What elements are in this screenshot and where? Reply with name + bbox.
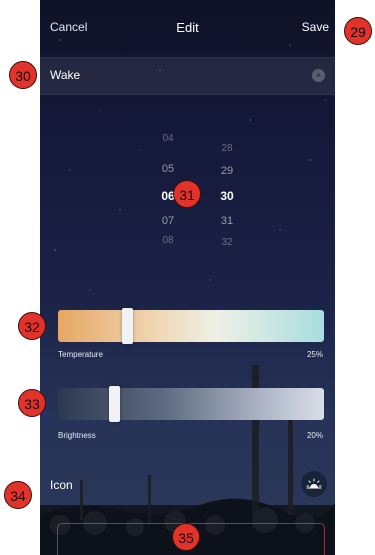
annotation-badge: 30 <box>9 61 37 89</box>
icon-row[interactable]: Icon <box>40 470 335 500</box>
brightness-value: 20% <box>306 431 323 440</box>
page-title: Edit <box>176 20 199 35</box>
minute-option[interactable]: 32 <box>212 237 242 248</box>
clear-icon[interactable]: × <box>312 69 325 82</box>
annotation-badge: 35 <box>172 523 200 551</box>
temperature-label: Temperature <box>58 350 103 359</box>
hour-option[interactable]: 07 <box>153 215 183 227</box>
brightness-slider[interactable] <box>58 386 324 422</box>
save-button[interactable]: Save <box>302 20 329 34</box>
temperature-value: 25% <box>306 350 323 359</box>
temperature-slider[interactable] <box>58 308 324 344</box>
minute-option[interactable]: 31 <box>212 215 242 227</box>
annotation-badge: 29 <box>344 17 372 45</box>
icon-label: Icon <box>50 478 73 492</box>
hour-option[interactable]: 04 <box>153 133 183 144</box>
minute-option[interactable]: 28 <box>212 143 242 154</box>
alarm-edit-screen: Cancel Edit Save Wake × 04 05 06 07 08 2… <box>40 0 335 555</box>
sunrise-icon[interactable] <box>301 471 327 497</box>
brightness-label: Brightness <box>58 431 96 440</box>
temperature-slider-thumb[interactable] <box>122 308 133 344</box>
minute-option-selected[interactable]: 30 <box>212 189 242 203</box>
alarm-name-field[interactable]: Wake × <box>40 57 335 95</box>
alarm-name-text: Wake <box>50 68 81 82</box>
navigation-bar: Cancel Edit Save <box>40 0 335 50</box>
brightness-slider-thumb[interactable] <box>109 386 120 422</box>
annotation-badge: 33 <box>18 389 46 417</box>
minute-option[interactable]: 29 <box>212 165 242 177</box>
hour-option[interactable]: 08 <box>153 235 183 246</box>
annotation-badge: 31 <box>173 180 201 208</box>
annotation-badge: 32 <box>18 312 46 340</box>
annotation-badge: 34 <box>4 481 32 509</box>
hour-option[interactable]: 05 <box>153 163 183 175</box>
